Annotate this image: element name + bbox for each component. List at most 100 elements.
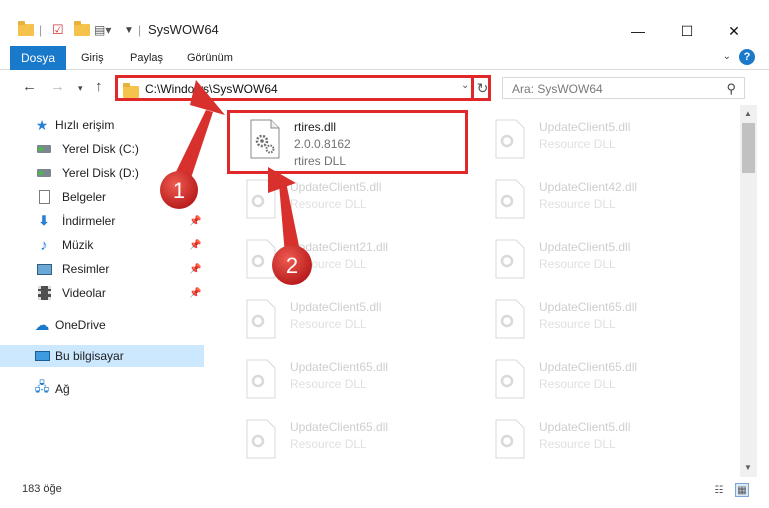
file-tile[interactable]: UpdateClient65.dll Resource DLL (226, 353, 466, 411)
music-icon: ♪ (40, 236, 48, 254)
star-icon: ★ (35, 116, 49, 133)
file-name: UpdateClient65.dll (290, 360, 389, 374)
back-icon[interactable]: ← (22, 78, 37, 95)
file-description: Resource DLL (290, 437, 367, 451)
search-placeholder: Ara: SysWOW64 (512, 82, 603, 96)
file-version: 2.0.0.8162 (294, 137, 351, 151)
scroll-up-icon[interactable]: ▲ (744, 109, 752, 118)
sidebar-item-label: Videolar (62, 286, 106, 300)
sidebar-item-disk-c[interactable]: Yerel Disk (C:) (0, 138, 204, 160)
file-name: UpdateClient5.dll (539, 240, 631, 254)
status-bar: 183 öğe ☷ ▦ (0, 477, 769, 508)
sidebar-item-videos[interactable]: Videolar 📌 (0, 282, 204, 304)
title-bar: | ☑ ▤▾ ▼ | SysWOW64 — ☐ ✕ (0, 0, 769, 44)
tab-home[interactable]: Giriş (81, 52, 104, 64)
sidebar-item-pictures[interactable]: Resimler 📌 (0, 258, 204, 280)
sidebar-item-documents[interactable]: Belgeler (0, 186, 204, 208)
file-tile[interactable]: UpdateClient5.dll Resource DLL (475, 233, 715, 291)
file-tile[interactable]: UpdateClient65.dll Resource DLL (475, 353, 715, 411)
file-tile[interactable]: UpdateClient5.dll Resource DLL (475, 113, 715, 171)
sidebar-item-this-pc[interactable]: Bu bilgisayar (0, 345, 204, 367)
new-folder-icon[interactable] (74, 21, 90, 39)
file-tile[interactable]: UpdateClient5.dll Resource DLL (226, 173, 466, 231)
address-bar[interactable]: C:\Windows\SysWOW64 ⌄ ↻ (115, 75, 491, 101)
sidebar-item-label: OneDrive (55, 318, 106, 332)
item-count: 183 öğe (22, 483, 62, 495)
tab-file[interactable]: Dosya (10, 46, 66, 70)
expand-ribbon-icon[interactable]: ⌄ (723, 51, 731, 62)
scroll-down-icon[interactable]: ▼ (744, 463, 752, 472)
customize-toolbar-icon[interactable]: ▤▾ (94, 21, 111, 39)
pin-icon[interactable]: 📌 (189, 216, 201, 227)
properties-icon[interactable]: ☑ (52, 21, 64, 39)
file-name: UpdateClient5.dll (290, 300, 382, 314)
file-tile[interactable]: UpdateClient65.dll Resource DLL (226, 413, 466, 471)
sidebar-item-disk-d[interactable]: Yerel Disk (D:) (0, 162, 204, 184)
pin-icon[interactable]: 📌 (189, 240, 201, 251)
forward-icon[interactable]: → (50, 78, 65, 95)
videos-icon (36, 286, 52, 300)
sidebar-item-onedrive[interactable]: ☁ OneDrive (0, 314, 204, 336)
file-description: Resource DLL (539, 257, 616, 271)
address-path[interactable]: C:\Windows\SysWOW64 (145, 82, 278, 96)
refresh-icon[interactable]: ↻ (471, 75, 491, 101)
close-button[interactable]: ✕ (724, 21, 744, 41)
file-name: UpdateClient21.dll (290, 240, 389, 254)
computer-icon (34, 349, 50, 363)
help-icon[interactable]: ? (739, 49, 755, 65)
file-tile[interactable]: UpdateClient21.dll Resource DLL (226, 233, 466, 291)
documents-icon (36, 190, 52, 204)
scroll-thumb[interactable] (742, 123, 755, 173)
sidebar-item-label: İndirmeler (62, 214, 116, 228)
navigation-bar: ← → ▾ ↑ C:\Windows\SysWOW64 ⌄ ↻ Ara: Sys… (0, 72, 769, 104)
file-description: Resource DLL (290, 197, 367, 211)
file-description: Resource DLL (539, 377, 616, 391)
up-icon[interactable]: ↑ (95, 78, 103, 95)
file-description: Resource DLL (290, 317, 367, 331)
folder-icon (18, 21, 34, 39)
address-dropdown-icon[interactable]: ⌄ (461, 80, 469, 91)
pin-icon[interactable]: 📌 (189, 288, 201, 299)
sidebar-item-label: Müzik (62, 238, 94, 252)
search-box[interactable]: Ara: SysWOW64 ⚲ (502, 77, 745, 99)
file-tile[interactable]: UpdateClient5.dll Resource DLL (226, 293, 466, 351)
sidebar-item-quick-access[interactable]: ★ Hızlı erişim (0, 114, 204, 136)
file-description: Resource DLL (539, 137, 616, 151)
file-tile[interactable]: UpdateClient42.dll Resource DLL (475, 173, 715, 231)
network-icon: 🖧 (34, 379, 50, 394)
dll-file-icon (246, 239, 276, 279)
file-description: Resource DLL (290, 257, 367, 271)
sidebar-item-downloads[interactable]: ⬇ İndirmeler 📌 (0, 210, 204, 232)
dll-file-icon (495, 299, 525, 339)
minimize-button[interactable]: — (628, 21, 648, 41)
maximize-button[interactable]: ☐ (677, 21, 697, 41)
file-name: UpdateClient5.dll (539, 120, 631, 134)
drive-icon (36, 166, 52, 180)
details-view-icon[interactable]: ☷ (712, 483, 726, 497)
sidebar-item-network[interactable]: 🖧 Ağ (0, 378, 204, 400)
file-name: UpdateClient65.dll (539, 300, 638, 314)
dll-file-icon (246, 299, 276, 339)
file-tile[interactable]: UpdateClient65.dll Resource DLL (475, 293, 715, 351)
search-icon[interactable]: ⚲ (726, 81, 736, 97)
tab-share[interactable]: Paylaş (130, 52, 163, 64)
sidebar-item-label: Bu bilgisayar (55, 349, 124, 363)
pin-icon[interactable]: 📌 (189, 264, 201, 275)
sidebar-item-music[interactable]: ♪ Müzik 📌 (0, 234, 204, 256)
dll-file-icon (246, 419, 276, 459)
file-tile-rtires[interactable]: rtires.dll 2.0.0.8162 rtires DLL (227, 110, 468, 174)
file-description: Resource DLL (539, 437, 616, 451)
file-description: Resource DLL (290, 377, 367, 391)
large-icons-view-icon[interactable]: ▦ (735, 483, 749, 497)
cloud-icon: ☁ (34, 317, 50, 334)
dll-file-icon (495, 179, 525, 219)
recent-locations-icon[interactable]: ▾ (78, 83, 83, 94)
toolbar-dropdown-icon[interactable]: ▼ (124, 21, 134, 39)
dll-file-icon (246, 359, 276, 399)
file-name: UpdateClient5.dll (290, 180, 382, 194)
separator: | (39, 23, 43, 37)
vertical-scrollbar[interactable]: ▲ ▼ (740, 105, 757, 477)
tab-view[interactable]: Görünüm (187, 52, 233, 64)
dll-file-icon (495, 419, 525, 459)
file-tile[interactable]: UpdateClient5.dll Resource DLL (475, 413, 715, 471)
